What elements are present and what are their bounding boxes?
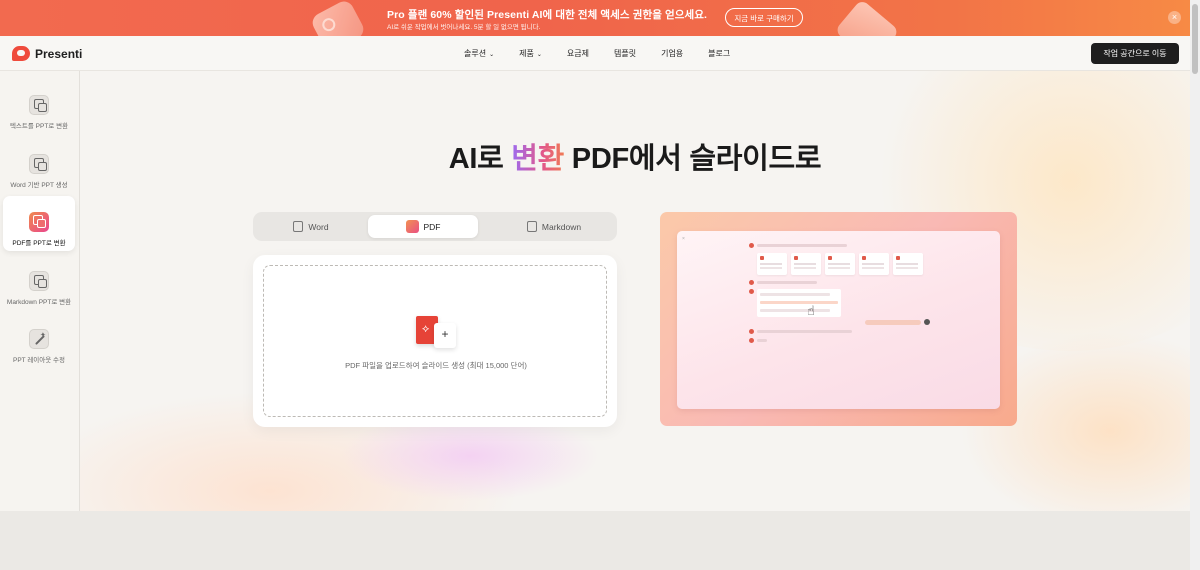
menu-item-solutions[interactable]: 솔루션 ⌄ bbox=[464, 48, 494, 59]
promo-title: Pro 플랜 60% 할인된 Presenti AI에 대한 전체 액세스 권한… bbox=[387, 9, 708, 21]
menu-item-templates[interactable]: 템플릿 bbox=[614, 48, 636, 59]
preview-row bbox=[749, 329, 852, 334]
preview-row bbox=[749, 338, 767, 343]
add-file-icon: + bbox=[434, 323, 456, 348]
sidebar-item-text-to-ppt[interactable]: 텍스트를 PPT로 변환 bbox=[3, 79, 75, 134]
go-to-workspace-button[interactable]: 작업 공간으로 이동 bbox=[1091, 43, 1179, 64]
sidebar-item-markdown-to-ppt[interactable]: Markdown PPT로 변환 bbox=[3, 255, 75, 310]
tab-markdown[interactable]: Markdown bbox=[499, 215, 609, 238]
footer-band bbox=[0, 511, 1190, 570]
menu-item-pricing[interactable]: 요금제 bbox=[567, 48, 589, 59]
scrollbar-thumb[interactable] bbox=[1192, 4, 1198, 74]
sidebar-item-label: PPT 레이아웃 수정 bbox=[12, 357, 66, 364]
tab-word[interactable]: Word bbox=[256, 215, 366, 238]
page-title: AI로 변환 PDF에서 슬라이드로 bbox=[80, 135, 1190, 177]
preview-options bbox=[757, 289, 841, 317]
menu-item-label: 솔루션 bbox=[464, 49, 487, 58]
title-part: PDF에서 슬라이드로 bbox=[564, 143, 822, 175]
title-part: AI로 bbox=[448, 143, 512, 175]
page-scrollbar[interactable] bbox=[1190, 0, 1200, 570]
logo-icon bbox=[12, 46, 30, 61]
main-content: AI로 변환 PDF에서 슬라이드로 Word PDF Markdown + P… bbox=[80, 71, 1190, 511]
tool-sidebar: 텍스트를 PPT로 변환 Word 기반 PPT 생성 PDF를 PPT로 변환… bbox=[0, 71, 80, 511]
menu-item-enterprise[interactable]: 기업용 bbox=[661, 48, 683, 59]
preview-illustration: × ☝ bbox=[660, 212, 1017, 426]
sidebar-item-label: 텍스트를 PPT로 변환 bbox=[9, 123, 69, 130]
title-highlight: 변환 bbox=[511, 143, 565, 175]
chevron-down-icon: ⌄ bbox=[489, 52, 495, 58]
sidebar-item-label: PDF를 PPT로 변환 bbox=[12, 240, 66, 247]
sidebar-item-layout-fix[interactable]: PPT 레이아웃 수정 bbox=[3, 313, 75, 368]
main-menu: 솔루션 ⌄ 제품 ⌄ 요금제 템플릿 기업용 블로그 bbox=[464, 48, 755, 59]
preview-row bbox=[749, 280, 817, 285]
avatar bbox=[924, 319, 930, 325]
sidebar-item-pdf-to-ppt[interactable]: PDF를 PPT로 변환 bbox=[3, 196, 75, 251]
format-tabs: Word PDF Markdown bbox=[253, 212, 617, 241]
tab-label: Markdown bbox=[541, 221, 582, 232]
magic-wand-icon bbox=[29, 329, 49, 349]
tab-label: PDF bbox=[423, 221, 441, 232]
menu-item-label: 제품 bbox=[519, 49, 534, 58]
preview-cards bbox=[757, 253, 923, 275]
preview-window: × ☝ bbox=[677, 231, 1000, 409]
menu-item-blog[interactable]: 블로그 bbox=[708, 48, 730, 59]
promo-buy-button[interactable]: 지금 바로 구매하기 bbox=[725, 8, 803, 27]
markdown-to-ppt-icon bbox=[29, 271, 49, 291]
logo-text: Presenti bbox=[35, 46, 83, 61]
tab-pdf[interactable]: PDF bbox=[368, 215, 478, 238]
pdf-file-icon bbox=[405, 220, 419, 233]
word-file-icon bbox=[293, 221, 304, 232]
promo-decoration-tag bbox=[309, 0, 367, 36]
promo-close-icon[interactable]: × bbox=[1168, 11, 1181, 24]
tab-label: Word bbox=[308, 221, 329, 232]
sidebar-item-word-to-ppt[interactable]: Word 기반 PPT 생성 bbox=[3, 138, 75, 193]
sidebar-item-label: Word 기반 PPT 생성 bbox=[10, 182, 68, 189]
hand-cursor-icon: ☝ bbox=[807, 303, 815, 318]
close-icon: × bbox=[682, 236, 685, 242]
pdf-to-ppt-icon bbox=[29, 212, 49, 232]
promo-decoration-shape bbox=[834, 0, 900, 36]
preview-row bbox=[749, 243, 847, 248]
word-to-ppt-icon bbox=[29, 154, 49, 174]
preview-pill bbox=[865, 320, 921, 325]
sidebar-item-label: Markdown PPT로 변환 bbox=[6, 299, 72, 306]
logo[interactable]: Presenti bbox=[12, 46, 82, 61]
menu-item-products[interactable]: 제품 ⌄ bbox=[519, 48, 542, 59]
markdown-file-icon bbox=[526, 221, 537, 232]
promo-banner: Pro 플랜 60% 할인된 Presenti AI에 대한 전체 액세스 권한… bbox=[0, 0, 1190, 36]
top-navbar: Presenti 솔루션 ⌄ 제품 ⌄ 요금제 템플릿 기업용 블로그 작업 공간으… bbox=[0, 36, 1190, 71]
chevron-down-icon: ⌄ bbox=[536, 52, 542, 58]
upload-card: + PDF 파일을 업로드하여 슬라이드 생성 (최대 15,000 단어) bbox=[253, 255, 617, 427]
text-to-ppt-icon bbox=[29, 95, 49, 115]
promo-subtitle: AI로 쉬운 작업에서 벗어나세요. 5분 할 일 없으면 됩니다. bbox=[387, 24, 541, 31]
upload-instructions: PDF 파일을 업로드하여 슬라이드 생성 (최대 15,000 단어) bbox=[345, 361, 527, 370]
pdf-dropzone[interactable]: + PDF 파일을 업로드하여 슬라이드 생성 (최대 15,000 단어) bbox=[263, 265, 607, 417]
preview-row bbox=[749, 289, 754, 294]
